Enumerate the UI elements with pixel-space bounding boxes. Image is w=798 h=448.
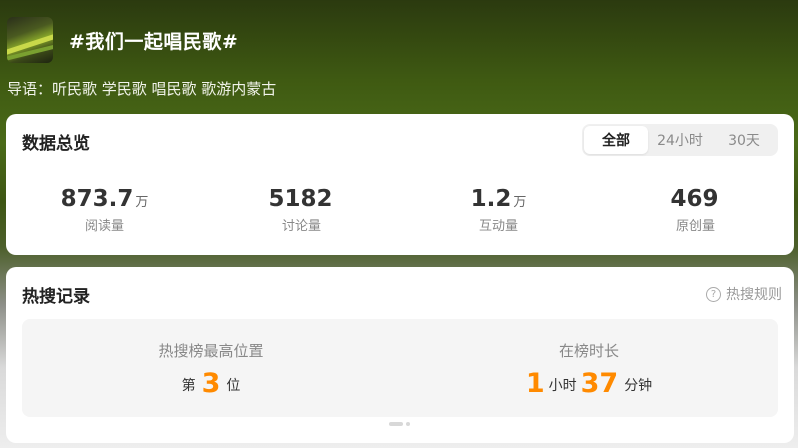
hot-search-record-box: 热搜榜最高位置 第3位 在榜时长 1 小时 37 分钟 bbox=[22, 319, 778, 417]
hours-unit: 小时 bbox=[548, 378, 577, 394]
question-circle-icon: ? bbox=[706, 286, 721, 302]
stat-value: 5182 bbox=[203, 184, 400, 218]
stat-label: 讨论量 bbox=[281, 219, 321, 234]
minutes-unit: 分钟 bbox=[624, 378, 653, 394]
stat-number: 873.7 bbox=[60, 186, 134, 212]
stat-originals: 469 原创量 bbox=[597, 184, 794, 236]
record-value: 第3位 bbox=[22, 367, 400, 403]
stats-row: 873.7 万 阅读量 5182 讨论量 1.2 万 互动量 469 原创量 bbox=[6, 184, 794, 236]
stat-number: 5182 bbox=[268, 186, 333, 212]
tab-30d[interactable]: 30天 bbox=[712, 126, 776, 154]
stat-interactions: 1.2 万 互动量 bbox=[400, 184, 597, 236]
stat-label: 原创量 bbox=[675, 219, 715, 234]
duration-hours: 1 bbox=[525, 368, 545, 399]
stat-reads: 873.7 万 阅读量 bbox=[6, 184, 203, 236]
stat-unit: 万 bbox=[513, 195, 527, 210]
tab-all[interactable]: 全部 bbox=[584, 126, 648, 154]
stat-value: 873.7 万 bbox=[6, 184, 203, 218]
position-number: 3 bbox=[201, 368, 221, 399]
stat-discussions: 5182 讨论量 bbox=[203, 184, 400, 236]
topic-title: #我们一起唱民歌# bbox=[69, 31, 239, 53]
record-label: 在榜时长 bbox=[558, 342, 619, 360]
topic-intro: 导语：听民歌 学民歌 唱民歌 歌游内蒙古 bbox=[7, 80, 277, 98]
topic-logo bbox=[7, 17, 53, 63]
stat-unit: 万 bbox=[135, 195, 149, 210]
position-suffix: 位 bbox=[226, 378, 241, 394]
hot-search-title: 热搜记录 bbox=[22, 287, 90, 307]
stat-value: 1.2 万 bbox=[400, 184, 597, 218]
topic-header: #我们一起唱民歌# 导语：听民歌 学民歌 唱民歌 歌游内蒙古 bbox=[0, 0, 798, 112]
carousel-indicator bbox=[389, 422, 410, 426]
record-value: 1 小时 37 分钟 bbox=[400, 367, 778, 403]
time-range-tabs: 全部 24小时 30天 bbox=[582, 124, 778, 156]
stat-number: 1.2 bbox=[470, 186, 512, 212]
hot-search-card: 热搜记录 ? 热搜规则 热搜榜最高位置 第3位 在榜时长 1 小时 37 分钟 bbox=[6, 267, 794, 443]
hot-search-rules-link[interactable]: ? 热搜规则 bbox=[706, 284, 782, 304]
duration-minutes: 37 bbox=[580, 368, 619, 399]
duration-record: 在榜时长 1 小时 37 分钟 bbox=[400, 319, 778, 417]
tab-24h[interactable]: 24小时 bbox=[648, 126, 712, 154]
indicator-dot-active bbox=[389, 422, 403, 426]
stat-label: 阅读量 bbox=[84, 219, 124, 234]
position-prefix: 第 bbox=[181, 378, 196, 394]
overview-title: 数据总览 bbox=[22, 134, 90, 154]
stat-number: 469 bbox=[670, 186, 719, 212]
record-label: 热搜榜最高位置 bbox=[158, 342, 264, 360]
rules-label: 热搜规则 bbox=[726, 287, 782, 303]
indicator-dot bbox=[406, 422, 410, 426]
stat-label: 互动量 bbox=[478, 219, 518, 234]
stat-value: 469 bbox=[597, 184, 794, 218]
highest-position-record: 热搜榜最高位置 第3位 bbox=[22, 319, 400, 417]
overview-card: 数据总览 全部 24小时 30天 873.7 万 阅读量 5182 讨论量 1.2… bbox=[6, 114, 794, 255]
